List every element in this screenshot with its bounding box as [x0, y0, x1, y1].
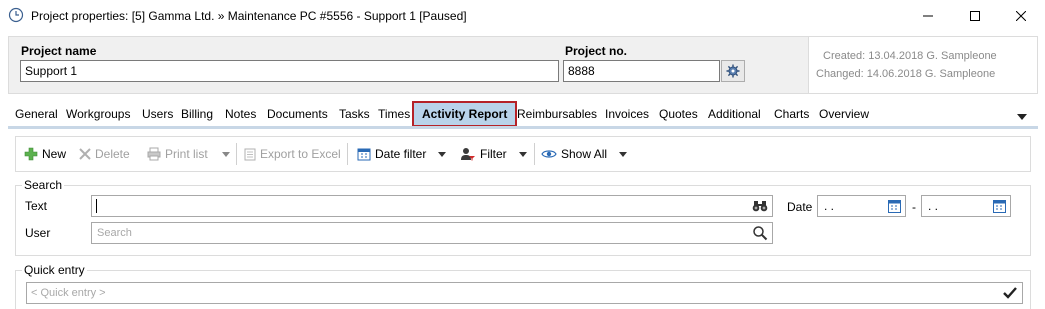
date-from-value: . . — [824, 199, 835, 213]
export-excel-icon — [244, 148, 256, 160]
audit-info — [808, 37, 1037, 93]
created-info: Created: 13.04.2018 G. Sampleone — [823, 50, 997, 62]
close-button[interactable] — [998, 0, 1044, 31]
tab-billing[interactable]: Billing — [178, 101, 216, 127]
minimize-button[interactable] — [905, 0, 951, 31]
tab-documents[interactable]: Documents — [264, 101, 331, 127]
date-filter-label: Date filter — [375, 147, 427, 161]
date-range-separator: - — [912, 200, 916, 214]
eye-icon — [541, 150, 557, 158]
close-icon — [1016, 10, 1026, 21]
filter-button[interactable]: Filter — [460, 137, 527, 171]
date-from-input[interactable]: . . — [817, 195, 906, 217]
toolbar: New Delete Print list Export to Excel Da… — [15, 136, 1031, 172]
delete-label: Delete — [95, 147, 130, 161]
filter-label: Filter — [480, 147, 507, 161]
binoculars-icon[interactable] — [752, 199, 768, 216]
minimize-icon — [923, 15, 933, 16]
user-label: User — [25, 226, 51, 240]
user-search-placeholder: Search — [97, 227, 132, 239]
quick-entry-input[interactable]: < Quick entry > — [26, 282, 1023, 304]
export-excel-label: Export to Excel — [260, 147, 341, 161]
new-button[interactable]: New — [24, 137, 66, 171]
show-all-label: Show All — [561, 147, 608, 161]
text-label: Text — [25, 199, 48, 213]
printer-icon — [147, 147, 161, 161]
maximize-icon — [970, 10, 980, 21]
tabs-overflow-dropdown[interactable] — [1017, 109, 1027, 123]
changed-info: Changed: 14.06.2018 G. Sampleone — [816, 68, 996, 80]
calendar-icon[interactable] — [888, 199, 901, 216]
tab-activity-report[interactable]: Activity Report — [412, 101, 518, 127]
tab-strip-line — [8, 126, 1038, 129]
calendar-icon — [357, 148, 371, 161]
chevron-down-icon — [1017, 114, 1027, 120]
chevron-down-icon — [438, 151, 447, 157]
gear-icon — [726, 64, 740, 78]
filter-person-icon — [461, 148, 475, 161]
app-clock-icon — [8, 7, 24, 23]
quick-entry-placeholder: < Quick entry > — [31, 287, 106, 299]
tab-invoices[interactable]: Invoices — [602, 101, 652, 127]
chevron-down-icon — [619, 151, 628, 157]
project-name-field[interactable]: Support 1 — [20, 60, 559, 82]
date-to-input[interactable]: . . — [921, 195, 1011, 217]
quick-entry-title: Quick entry — [22, 263, 87, 277]
user-search-input[interactable]: Search — [91, 222, 773, 244]
tab-additional[interactable]: Additional — [705, 101, 764, 127]
project-no-field[interactable]: 8888 — [563, 60, 720, 82]
print-list-button[interactable]: Print list — [147, 137, 208, 171]
calendar-icon[interactable] — [993, 199, 1006, 216]
toolbar-separator — [347, 143, 348, 165]
date-to-value: . . — [928, 199, 939, 213]
text-cursor — [96, 199, 97, 213]
tab-general[interactable]: General — [12, 101, 61, 127]
project-no-label: Project no. — [565, 44, 628, 58]
checkmark-icon[interactable] — [1003, 286, 1017, 303]
plus-icon — [24, 147, 38, 161]
chevron-down-icon — [518, 151, 527, 157]
magnifier-icon[interactable] — [752, 225, 768, 244]
delete-x-icon — [79, 148, 91, 160]
tab-notes[interactable]: Notes — [222, 101, 259, 127]
show-all-button[interactable]: Show All — [541, 137, 628, 171]
window-title: Project properties: [5] Gamma Ltd. » Mai… — [31, 9, 467, 23]
tab-times[interactable]: Times — [375, 101, 413, 127]
delete-button[interactable]: Delete — [79, 137, 130, 171]
project-name-label: Project name — [21, 44, 97, 58]
title-bar: Project properties: [5] Gamma Ltd. » Mai… — [0, 0, 1045, 31]
tab-reimbursables[interactable]: Reimbursables — [514, 101, 600, 127]
print-list-label: Print list — [165, 147, 208, 161]
toolbar-separator — [534, 143, 535, 165]
tab-users[interactable]: Users — [139, 101, 176, 127]
maximize-button[interactable] — [952, 0, 998, 31]
tab-charts[interactable]: Charts — [771, 101, 812, 127]
project-no-settings-button[interactable] — [721, 60, 745, 82]
date-filter-button[interactable]: Date filter — [357, 137, 447, 171]
export-excel-button[interactable]: Export to Excel — [244, 137, 341, 171]
search-group-title: Search — [22, 178, 65, 192]
date-label: Date — [787, 200, 813, 214]
text-search-input[interactable] — [91, 195, 773, 217]
tab-quotes[interactable]: Quotes — [656, 101, 701, 127]
new-label: New — [42, 147, 67, 161]
tab-workgroups[interactable]: Workgroups — [63, 101, 133, 127]
tab-overview[interactable]: Overview — [816, 101, 872, 127]
toolbar-separator — [236, 143, 237, 165]
print-list-dropdown[interactable] — [222, 137, 230, 171]
tab-tasks[interactable]: Tasks — [336, 101, 373, 127]
